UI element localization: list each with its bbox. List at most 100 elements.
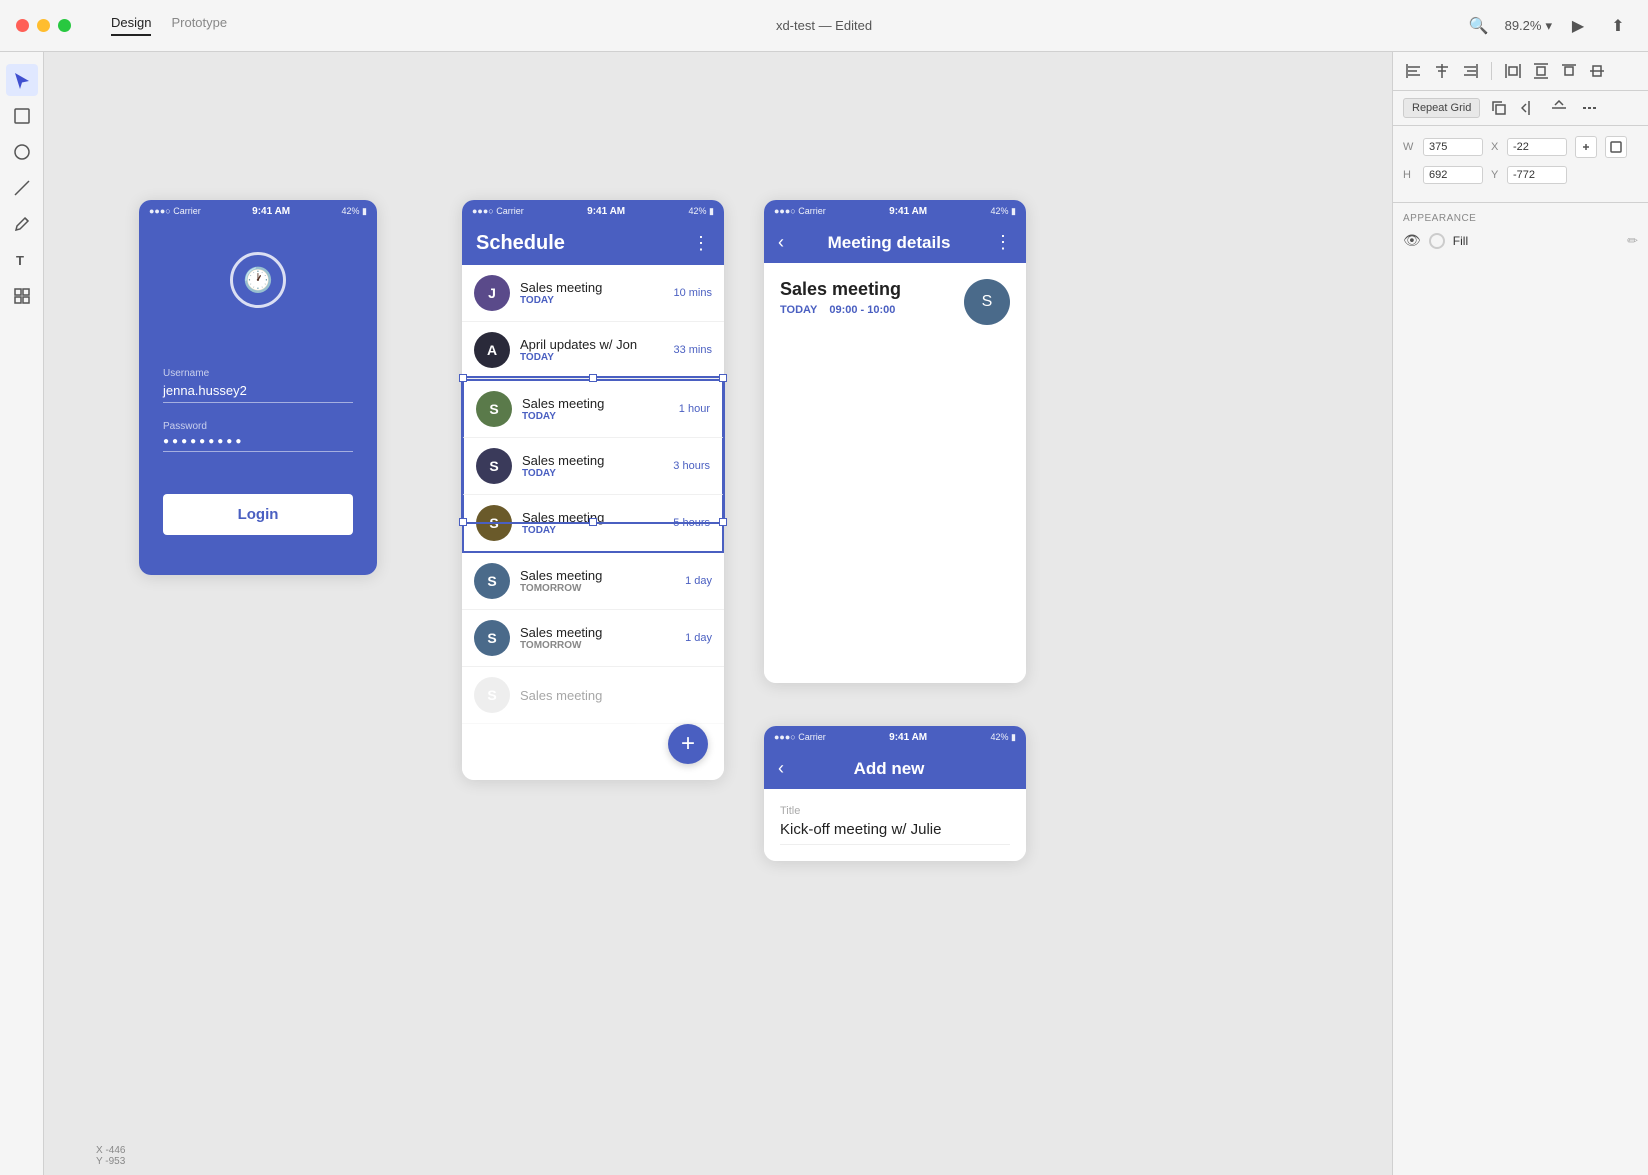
- rectangle-tool[interactable]: [6, 100, 38, 132]
- fill-edit-icon[interactable]: ✏: [1627, 233, 1638, 249]
- y-coord: Y -953: [96, 1156, 125, 1167]
- distribute-vert-icon[interactable]: [1530, 60, 1552, 82]
- list-item[interactable]: S Sales meeting TODAY 5 hours: [462, 495, 724, 553]
- item-name: Sales meeting: [520, 568, 685, 583]
- select-tool[interactable]: [6, 64, 38, 96]
- list-item[interactable]: S Sales meeting TODAY 3 hours: [462, 438, 724, 495]
- app-title: xd-test — Edited: [776, 18, 872, 33]
- align-middle-icon[interactable]: [1586, 60, 1608, 82]
- x-input[interactable]: [1507, 138, 1567, 156]
- details-header: ‹ Meeting details ⋮: [764, 222, 1026, 263]
- avatar: S: [476, 448, 512, 484]
- item-time: 33 mins: [673, 344, 712, 356]
- add-new-header-title: Add new: [794, 759, 984, 779]
- constrain-icon[interactable]: [1605, 136, 1627, 158]
- visibility-icon[interactable]: 👁: [1403, 232, 1421, 249]
- item-when: TOMORROW: [520, 583, 685, 594]
- field-value[interactable]: Kick-off meeting w/ Julie: [780, 821, 1010, 845]
- login-battery: 42% ▮: [342, 206, 367, 217]
- close-button[interactable]: [16, 19, 29, 32]
- flip-vert-icon[interactable]: [1548, 97, 1570, 119]
- align-left-icon[interactable]: [1403, 60, 1425, 82]
- schedule-phone: ●●●○ Carrier 9:41 AM 42% ▮ Schedule ⋮ J …: [462, 200, 724, 780]
- list-item[interactable]: J Sales meeting TODAY 10 mins: [462, 265, 724, 322]
- align-top-icon[interactable]: [1558, 60, 1580, 82]
- add-new-header: ‹ Add new: [764, 748, 1026, 789]
- list-item[interactable]: S Sales meeting: [462, 667, 724, 724]
- flip-horiz-icon[interactable]: [1518, 97, 1540, 119]
- schedule-header: Schedule ⋮: [462, 222, 724, 265]
- line-tool[interactable]: [6, 172, 38, 204]
- width-input[interactable]: [1423, 138, 1483, 156]
- component-tool[interactable]: [6, 280, 38, 312]
- details-more-icon[interactable]: ⋮: [994, 232, 1012, 253]
- fill-color-swatch[interactable]: [1429, 233, 1445, 249]
- repeat-grid-button[interactable]: Repeat Grid: [1403, 98, 1480, 118]
- item-name: Sales meeting: [520, 280, 673, 295]
- play-icon[interactable]: ▶: [1564, 12, 1592, 40]
- link-dims-icon[interactable]: [1575, 136, 1597, 158]
- distribute-horiz-icon[interactable]: [1502, 60, 1524, 82]
- canvas-coords: X -446 Y -953: [96, 1145, 125, 1167]
- pen-tool[interactable]: [6, 208, 38, 240]
- item-time: 3 hours: [673, 460, 710, 472]
- details-status-bar: ●●●○ Carrier 9:41 AM 42% ▮: [764, 200, 1026, 222]
- item-name: Sales meeting: [520, 688, 712, 703]
- item-time: 1 day: [685, 632, 712, 644]
- item-when: TODAY: [522, 525, 673, 536]
- zoom-value: 89.2%: [1505, 18, 1542, 33]
- fab-add-button[interactable]: +: [668, 724, 708, 764]
- back-icon[interactable]: ‹: [778, 232, 784, 253]
- details-battery: 42% ▮: [991, 206, 1016, 217]
- item-text: Sales meeting TODAY: [522, 510, 673, 536]
- align-right-icon[interactable]: [1459, 60, 1481, 82]
- x-coord: X -446: [96, 1145, 125, 1156]
- list-item[interactable]: S Sales meeting TOMORROW 1 day: [462, 553, 724, 610]
- username-value[interactable]: jenna.hussey2: [163, 383, 353, 403]
- search-icon[interactable]: 🔍: [1465, 12, 1493, 40]
- more-options-icon[interactable]: [1578, 97, 1600, 119]
- ellipse-tool[interactable]: [6, 136, 38, 168]
- item-when: TODAY: [520, 295, 673, 306]
- schedule-time: 9:41 AM: [587, 206, 625, 217]
- left-toolbar: T: [0, 52, 44, 1175]
- share-icon[interactable]: ⬆: [1604, 12, 1632, 40]
- item-name: Sales meeting: [522, 453, 673, 468]
- fill-label: Fill: [1453, 234, 1468, 248]
- list-item[interactable]: S Sales meeting TODAY 1 hour: [462, 379, 724, 438]
- schedule-battery: 42% ▮: [689, 206, 714, 217]
- details-time: 9:41 AM: [889, 206, 927, 217]
- minimize-button[interactable]: [37, 19, 50, 32]
- login-button[interactable]: Login: [163, 494, 353, 535]
- item-when: TOMORROW: [520, 640, 685, 651]
- item-name: Sales meeting: [522, 396, 679, 411]
- list-item[interactable]: A April updates w/ Jon TODAY 33 mins: [462, 322, 724, 379]
- password-label: Password: [163, 421, 353, 432]
- zoom-control[interactable]: 89.2% ▾: [1505, 18, 1552, 34]
- maximize-button[interactable]: [58, 19, 71, 32]
- avatar: S: [474, 677, 510, 713]
- copy-icon[interactable]: [1488, 97, 1510, 119]
- details-carrier: ●●●○ Carrier: [774, 206, 826, 216]
- addnew-back-icon[interactable]: ‹: [778, 758, 784, 779]
- y-input[interactable]: [1507, 166, 1567, 184]
- password-value[interactable]: ●●●●●●●●●: [163, 436, 353, 452]
- canvas-area: Login ●●●○ Carrier 9:41 AM 42% ▮ 🕐 Usern…: [44, 52, 1392, 1175]
- tab-prototype[interactable]: Prototype: [171, 15, 227, 36]
- x-label: X: [1491, 141, 1499, 153]
- item-when: TODAY: [522, 411, 679, 422]
- align-center-icon[interactable]: [1431, 60, 1453, 82]
- tab-design[interactable]: Design: [111, 15, 151, 36]
- title-bar: Design Prototype xd-test — Edited 🔍 89.2…: [0, 0, 1648, 52]
- username-label: Username: [163, 368, 353, 379]
- item-text: Sales meeting TODAY: [522, 453, 673, 479]
- item-text: Sales meeting TODAY: [522, 396, 679, 422]
- schedule-menu-icon[interactable]: ⋮: [692, 233, 710, 254]
- item-text: Sales meeting TOMORROW: [520, 625, 685, 651]
- h-label: H: [1403, 169, 1415, 181]
- height-input[interactable]: [1423, 166, 1483, 184]
- toolbar-divider: [1491, 62, 1492, 80]
- list-item[interactable]: S Sales meeting TOMORROW 1 day: [462, 610, 724, 667]
- text-tool[interactable]: T: [6, 244, 38, 276]
- right-panel: Repeat Grid W X: [1392, 52, 1648, 1175]
